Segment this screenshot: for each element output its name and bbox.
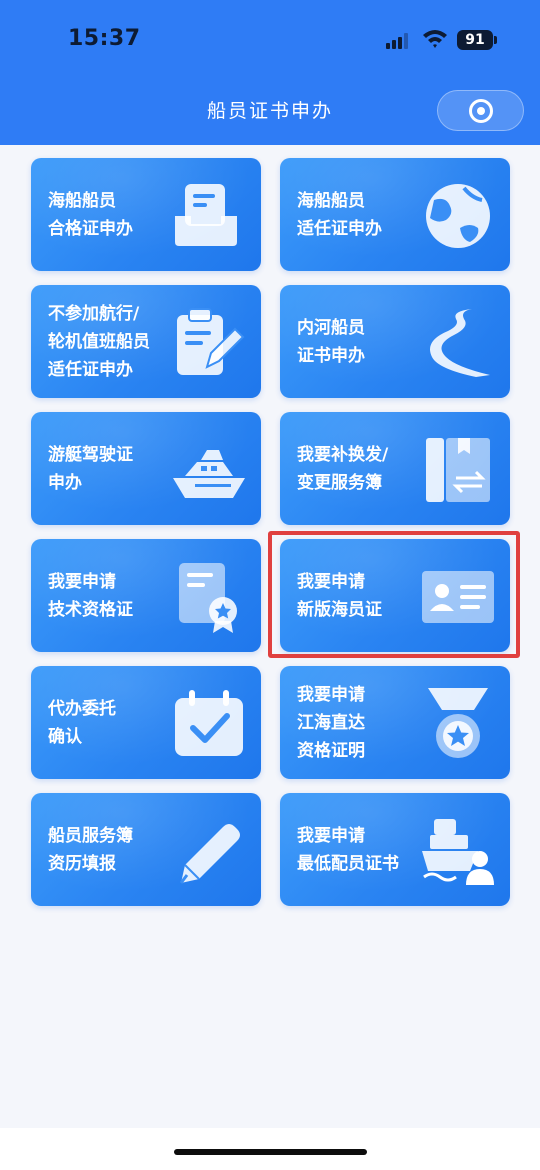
home-indicator[interactable] xyxy=(174,1149,367,1155)
service-tile[interactable]: 我要补换发/变更服务簿 xyxy=(280,412,510,525)
pencil-icon xyxy=(171,813,247,889)
service-tile-label-line: 船员服务簿 xyxy=(48,825,133,846)
miniprogram-capsule-button[interactable] xyxy=(437,90,524,131)
service-tile-label-line: 内河船员 xyxy=(297,317,365,338)
service-tile-label-line: 合格证申办 xyxy=(48,218,133,239)
service-tile[interactable]: 代办委托 确认 xyxy=(31,666,261,779)
service-tile-label-line: 我要申请 xyxy=(48,571,116,592)
service-tile-label-line: 我要补换发/ xyxy=(297,444,389,465)
service-tile-label: 游艇驾驶证 申办 xyxy=(48,412,188,525)
service-tile-label-line: 技术资格证 xyxy=(48,599,133,620)
river-icon xyxy=(420,305,496,381)
service-tile-label: 海船船员 适任证申办 xyxy=(297,158,437,271)
service-tile-label-line: 游艇驾驶证 xyxy=(48,444,133,465)
service-tile-label: 海船船员 合格证申办 xyxy=(48,158,188,271)
service-tile-label: 代办委托 确认 xyxy=(48,666,188,779)
service-tile-label-line: 适任证申办 xyxy=(48,359,133,380)
status-time: 15:37 xyxy=(68,26,141,51)
service-tile-label-line: 轮机值班船员 xyxy=(48,331,150,352)
service-tile[interactable]: 游艇驾驶证 申办 xyxy=(31,412,261,525)
service-tile-label-line: 不参加航行/ xyxy=(48,303,140,324)
clipboard-edit-icon xyxy=(171,305,247,381)
service-tile-label-line: 证书申办 xyxy=(297,345,365,366)
service-tile-label: 船员服务簿 资历填报 xyxy=(48,793,188,906)
ship-crew-icon xyxy=(420,813,496,889)
award-document-icon xyxy=(171,559,247,635)
service-tile-label-line: 海船船员 xyxy=(297,190,365,211)
service-tile-label-line: 江海直达 xyxy=(297,712,365,733)
battery-indicator: 91 xyxy=(457,30,493,50)
service-tile-label-line: 我要申请 xyxy=(297,684,365,705)
service-tile[interactable]: 船员服务簿 资历填报 xyxy=(31,793,261,906)
service-tile-label: 我要申请最低配员证书 xyxy=(297,793,437,906)
service-tile[interactable]: 我要申请 技术资格证 xyxy=(31,539,261,652)
service-tile[interactable]: 内河船员 证书申办 xyxy=(280,285,510,398)
globe-icon xyxy=(420,178,496,254)
service-tile-label-line: 变更服务簿 xyxy=(297,472,382,493)
service-tile-label-line: 申办 xyxy=(48,472,82,493)
service-tile-label-line: 资格证明 xyxy=(297,740,365,761)
medal-icon xyxy=(420,686,496,762)
service-tile-label-line: 适任证申办 xyxy=(297,218,382,239)
service-tile[interactable]: 海船船员 适任证申办 xyxy=(280,158,510,271)
service-tile-label: 内河船员 证书申办 xyxy=(297,285,437,398)
status-bar: 15:37 91 xyxy=(0,0,540,80)
yacht-icon xyxy=(171,432,247,508)
book-exchange-icon xyxy=(420,432,496,508)
service-tile-label: 不参加航行/轮机值班船员 适任证申办 xyxy=(48,285,188,398)
highlight-box xyxy=(268,531,520,658)
service-tile-label-line: 代办委托 xyxy=(48,698,116,719)
certificate-tray-icon xyxy=(171,178,247,254)
service-tile-label: 我要补换发/变更服务簿 xyxy=(297,412,437,525)
wifi-icon xyxy=(423,30,447,48)
service-tile-label: 我要申请 技术资格证 xyxy=(48,539,188,652)
service-tile[interactable]: 不参加航行/轮机值班船员 适任证申办 xyxy=(31,285,261,398)
service-tile-label-line: 最低配员证书 xyxy=(297,853,399,874)
battery-tip-icon xyxy=(494,36,497,44)
service-tile-label: 我要申请江海直达资格证明 xyxy=(297,666,437,779)
service-tile-label-line: 海船船员 xyxy=(48,190,116,211)
service-tile[interactable]: 我要申请江海直达资格证明 xyxy=(280,666,510,779)
cellular-signal-icon xyxy=(386,33,412,49)
record-target-icon xyxy=(469,99,493,123)
top-bar: 15:37 91 船员证书申办 xyxy=(0,0,540,145)
calendar-check-icon xyxy=(171,686,247,762)
service-tile[interactable]: 海船船员 合格证申办 xyxy=(31,158,261,271)
service-tile-label-line: 资历填报 xyxy=(48,853,116,874)
service-tile-label-line: 确认 xyxy=(48,726,82,747)
service-tile[interactable]: 我要申请最低配员证书 xyxy=(280,793,510,906)
service-tile-label-line: 我要申请 xyxy=(297,825,365,846)
